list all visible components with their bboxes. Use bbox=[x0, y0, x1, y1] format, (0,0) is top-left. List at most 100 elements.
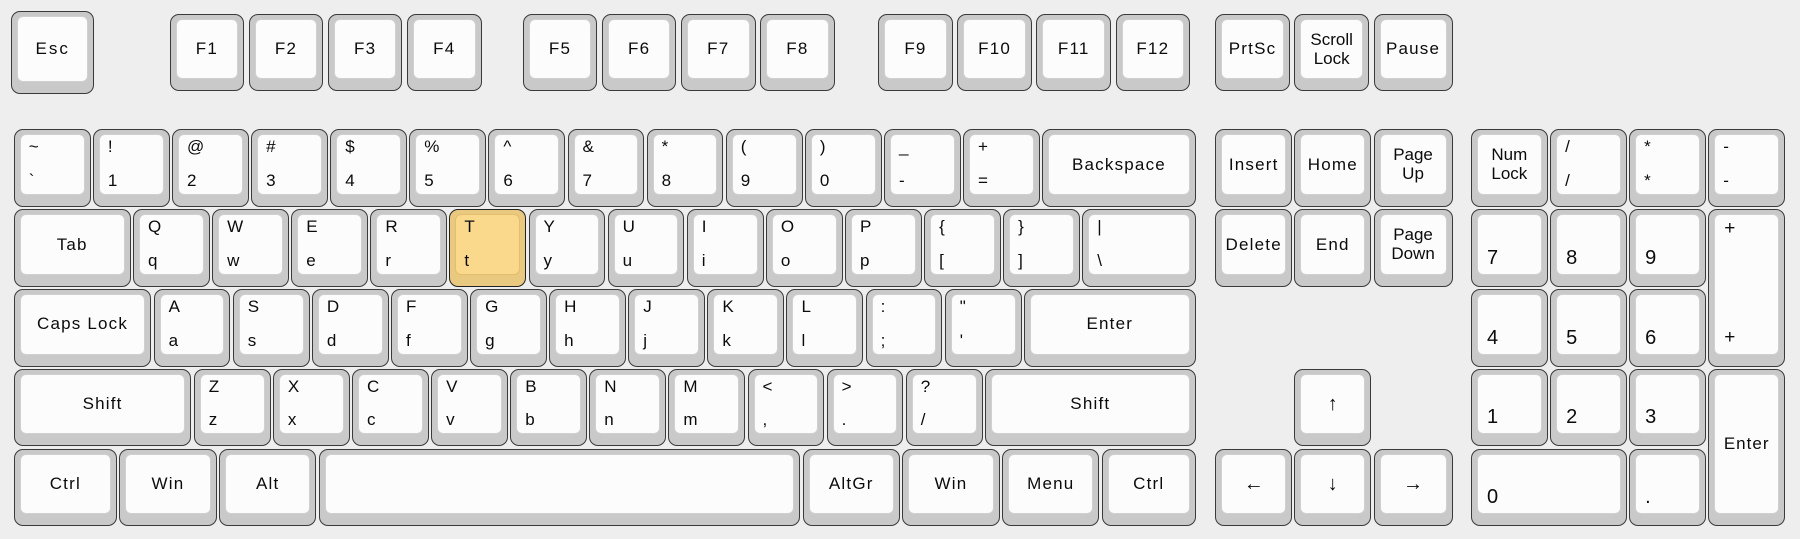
key-f8[interactable]: F8 bbox=[760, 13, 835, 92]
key-ctrl-left[interactable]: Ctrl bbox=[13, 448, 117, 527]
key-key-j[interactable]: Jj bbox=[628, 288, 706, 367]
key-numpad-multiply[interactable]: * * bbox=[1629, 129, 1706, 207]
key-numpad-9[interactable]: 9 bbox=[1629, 208, 1706, 287]
key-numpad-3[interactable]: 3 bbox=[1629, 368, 1706, 447]
key-f9[interactable]: F9 bbox=[878, 13, 953, 92]
key-backquote[interactable]: ~ ` bbox=[13, 129, 91, 207]
key-delete[interactable]: Delete bbox=[1215, 208, 1293, 287]
key-print-screen[interactable]: PrtSc bbox=[1215, 13, 1290, 92]
key-key-o[interactable]: Oo bbox=[765, 208, 843, 287]
key-digit-3[interactable]: #3 bbox=[251, 129, 328, 207]
key-win-left[interactable]: Win bbox=[119, 448, 217, 527]
key-win-right[interactable]: Win bbox=[902, 448, 1000, 527]
key-space[interactable] bbox=[318, 448, 801, 527]
key-shift-right[interactable]: Shift bbox=[984, 368, 1196, 447]
key-numpad-add[interactable]: + + bbox=[1708, 208, 1786, 367]
key-bracket-right[interactable]: }] bbox=[1003, 208, 1080, 287]
key-key-f[interactable]: Ff bbox=[390, 288, 468, 367]
key-digit-1[interactable]: ! 1 bbox=[92, 129, 170, 207]
key-f6[interactable]: F6 bbox=[601, 13, 677, 92]
key-key-v[interactable]: Vv bbox=[431, 368, 508, 447]
key-f2[interactable]: F2 bbox=[248, 13, 324, 92]
key-digit-6[interactable]: ^ 6 bbox=[488, 129, 566, 207]
key-ctrl-right[interactable]: Ctrl bbox=[1101, 448, 1196, 527]
key-key-w[interactable]: Ww bbox=[212, 208, 289, 287]
key-key-e[interactable]: Ee bbox=[291, 208, 369, 287]
key-key-y[interactable]: Yy bbox=[528, 208, 606, 287]
key-key-q[interactable]: Qq bbox=[132, 208, 210, 287]
key-numpad-divide[interactable]: / / bbox=[1550, 129, 1627, 207]
key-digit-0[interactable]: ) 0 bbox=[804, 129, 882, 207]
key-semicolon[interactable]: :; bbox=[865, 288, 943, 367]
key-arrow-up[interactable]: ↑ bbox=[1294, 368, 1372, 447]
key-key-a[interactable]: Aa bbox=[153, 288, 231, 367]
key-key-u[interactable]: Uu bbox=[607, 208, 685, 287]
key-numpad-4[interactable]: 4 bbox=[1470, 288, 1548, 367]
key-key-i[interactable]: Ii bbox=[686, 208, 764, 287]
key-bracket-left[interactable]: {[ bbox=[924, 208, 1001, 287]
key-page-down[interactable]: Page Down bbox=[1373, 208, 1453, 287]
key-key-z[interactable]: Zz bbox=[193, 368, 271, 447]
key-key-n[interactable]: Nn bbox=[589, 368, 667, 447]
key-minus[interactable]: _ - bbox=[883, 129, 961, 207]
key-f12[interactable]: F12 bbox=[1115, 13, 1191, 92]
key-alt-gr[interactable]: AltGr bbox=[802, 448, 900, 527]
key-key-l[interactable]: Ll bbox=[786, 288, 864, 367]
key-period[interactable]: >. bbox=[826, 368, 904, 447]
key-menu[interactable]: Menu bbox=[1002, 448, 1100, 527]
key-f11[interactable]: F11 bbox=[1036, 13, 1111, 92]
key-numpad-8[interactable]: 8 bbox=[1550, 208, 1627, 287]
key-escape[interactable]: Esc bbox=[11, 11, 94, 94]
key-page-up[interactable]: Page Up bbox=[1373, 129, 1453, 207]
key-digit-2[interactable]: @2 bbox=[171, 129, 249, 207]
key-numpad-0[interactable]: 0 bbox=[1470, 448, 1627, 527]
key-digit-7[interactable]: & 7 bbox=[567, 129, 645, 207]
key-num-lock[interactable]: Num Lock bbox=[1470, 129, 1548, 207]
key-alt-left[interactable]: Alt bbox=[218, 448, 317, 527]
key-key-s[interactable]: Ss bbox=[232, 288, 310, 367]
key-caps-lock[interactable]: Caps Lock bbox=[13, 288, 152, 367]
key-end[interactable]: End bbox=[1294, 208, 1372, 287]
key-numpad-enter[interactable]: Enter bbox=[1708, 368, 1786, 527]
key-numpad-7[interactable]: 7 bbox=[1470, 208, 1548, 287]
key-arrow-right[interactable]: → bbox=[1373, 448, 1453, 527]
key-comma[interactable]: <, bbox=[747, 368, 825, 447]
key-f3[interactable]: F3 bbox=[327, 13, 403, 92]
key-scroll-lock[interactable]: Scroll Lock bbox=[1294, 13, 1369, 92]
key-arrow-left[interactable]: ← bbox=[1215, 448, 1293, 527]
key-digit-9[interactable]: (9 bbox=[725, 129, 803, 207]
key-key-d[interactable]: Dd bbox=[311, 288, 389, 367]
key-key-p[interactable]: Pp bbox=[844, 208, 922, 287]
key-home[interactable]: Home bbox=[1294, 129, 1372, 207]
key-key-h[interactable]: Hh bbox=[549, 288, 626, 367]
key-shift-left[interactable]: Shift bbox=[13, 368, 192, 447]
key-tab[interactable]: Tab bbox=[13, 208, 131, 287]
key-key-b[interactable]: Bb bbox=[510, 368, 587, 447]
key-digit-5[interactable]: % 5 bbox=[409, 129, 487, 207]
key-backspace[interactable]: Backspace bbox=[1042, 129, 1196, 207]
key-quote[interactable]: " ' bbox=[944, 288, 1022, 367]
key-numpad-6[interactable]: 6 bbox=[1629, 288, 1706, 367]
key-slash[interactable]: ? / bbox=[905, 368, 983, 447]
key-insert[interactable]: Insert bbox=[1215, 129, 1293, 207]
key-enter[interactable]: Enter bbox=[1023, 288, 1196, 367]
key-numpad-subtract[interactable]: -- bbox=[1708, 129, 1786, 207]
key-numpad-1[interactable]: 1 bbox=[1470, 368, 1548, 447]
key-key-c[interactable]: Cc bbox=[351, 368, 429, 447]
key-numpad-decimal[interactable]: . bbox=[1629, 448, 1706, 527]
key-f4[interactable]: F4 bbox=[407, 13, 482, 92]
key-key-m[interactable]: Mm bbox=[668, 368, 746, 447]
key-f1[interactable]: F1 bbox=[169, 13, 245, 92]
key-key-t[interactable]: Tt bbox=[449, 208, 527, 287]
key-key-g[interactable]: Gg bbox=[470, 288, 547, 367]
key-numpad-5[interactable]: 5 bbox=[1550, 288, 1627, 367]
key-digit-8[interactable]: * 8 bbox=[646, 129, 724, 207]
key-backslash[interactable]: | \ bbox=[1082, 208, 1196, 287]
key-f7[interactable]: F7 bbox=[681, 13, 756, 92]
key-key-k[interactable]: Kk bbox=[707, 288, 785, 367]
key-equal[interactable]: + = bbox=[963, 129, 1040, 207]
key-key-r[interactable]: Rr bbox=[370, 208, 448, 287]
key-key-x[interactable]: Xx bbox=[272, 368, 350, 447]
key-numpad-2[interactable]: 2 bbox=[1550, 368, 1627, 447]
key-digit-4[interactable]: $4 bbox=[330, 129, 407, 207]
